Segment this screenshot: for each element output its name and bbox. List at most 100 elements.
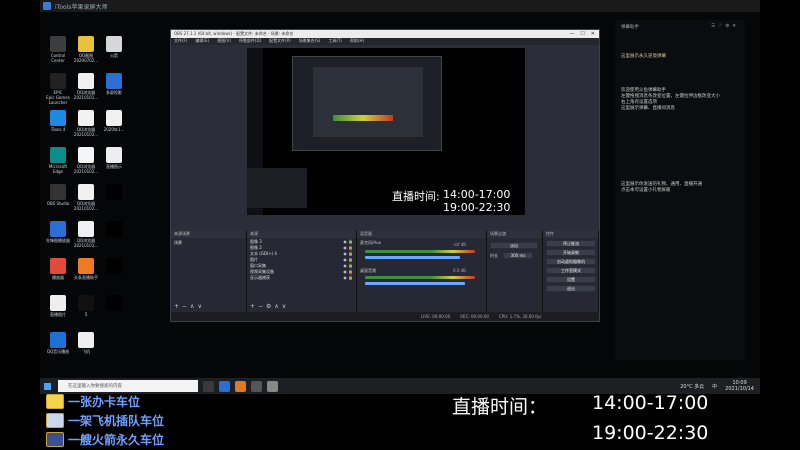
- menu-help[interactable]: 帮助(H): [350, 38, 364, 45]
- desktop-icon[interactable]: 多屏投影: [98, 73, 130, 95]
- obs-taskbar-icon[interactable]: [251, 380, 262, 392]
- virtual-camera-button[interactable]: 启动虚拟摄像机: [546, 258, 596, 265]
- desktop-icon-label: 2020年1...: [103, 127, 125, 132]
- studio-mode-button[interactable]: 工作室模式: [546, 267, 596, 274]
- desktop-icon[interactable]: 直播图示: [98, 147, 130, 169]
- desktop-icon-label: 5: [84, 312, 88, 317]
- obs-window[interactable]: OBS 27.1.1 (64 bit, windows) - 配置文件: 未命名…: [170, 29, 600, 322]
- plane-icon: [46, 413, 64, 428]
- mixer-track-1: 麦克风/Aux: [360, 240, 381, 245]
- desktop-icon-graphic: [106, 221, 122, 237]
- duration-label: 时长: [490, 253, 498, 258]
- mic-meter: [365, 250, 475, 253]
- desktop-icon[interactable]: [98, 258, 130, 275]
- desktop-audio-meter: [365, 276, 475, 279]
- desktop-volume-slider[interactable]: [365, 282, 465, 285]
- nested-capture: [292, 56, 442, 151]
- obs-preview[interactable]: 直播时间: 14:00-17:00 19:00-22:30: [247, 48, 525, 215]
- settings-button[interactable]: 设置: [546, 276, 596, 283]
- source-item-label: 显示器捕获: [250, 275, 270, 280]
- maximize-icon[interactable]: ☐: [580, 31, 584, 37]
- desktop-icon-label: QQ浏览器 20210102...: [73, 127, 99, 137]
- source-item[interactable]: 显示器捕获 ◉ 🔒: [250, 275, 353, 281]
- desktop-icon-label: Control Center: [50, 53, 66, 63]
- weather[interactable]: 20°C 多云: [680, 383, 704, 390]
- menu-view[interactable]: 视图(V): [217, 38, 231, 45]
- desktop-icon-label: QQ截图 20200702...: [73, 53, 99, 63]
- desktop-icon-label: Microsoft Edge: [48, 164, 68, 174]
- desktop-icon-label: 飞机: [82, 349, 90, 354]
- nested-window: [313, 67, 423, 137]
- desktop-icon[interactable]: 飞机: [70, 332, 102, 354]
- desktop-icon-label: EPIC Epic Games Launcher: [46, 90, 70, 105]
- transitions-header: 场景过渡: [487, 230, 542, 238]
- menu-scene-collection[interactable]: 场景集合(S): [299, 38, 321, 45]
- menu-docks[interactable]: 停靠部件(D): [239, 38, 261, 45]
- menu-profile[interactable]: 配置文件(P): [269, 38, 291, 45]
- desktop-icon-graphic: [50, 110, 66, 126]
- browser-taskbar-icon[interactable]: [267, 380, 278, 392]
- start-record-button[interactable]: 开始录制: [546, 249, 596, 256]
- rec-status: REC: 00:00:00: [460, 314, 489, 319]
- overlay-item-label: 一架飞机插队车位: [68, 414, 165, 428]
- app-taskbar-icon[interactable]: [235, 380, 246, 392]
- windows-icon: [43, 382, 51, 390]
- taskbar-search[interactable]: 在这里输入你要搜索的内容: [58, 380, 198, 392]
- desktop-icon[interactable]: [98, 295, 130, 312]
- obs-title: OBS 27.1.1 (64 bit, windows) - 配置文件: 未命名…: [174, 31, 294, 36]
- desktop-db: 0.0 dB: [453, 268, 466, 273]
- nested-audio-meter: [333, 115, 393, 121]
- start-button[interactable]: [40, 379, 54, 393]
- minimize-icon[interactable]: —: [569, 31, 574, 37]
- overlay-slot-list: 一张办卡车位 一架飞机插队车位 一艘火箭永久车位: [46, 392, 246, 449]
- desktop-icon-graphic: [50, 73, 66, 89]
- itools-taskbar-icon[interactable]: [219, 380, 230, 392]
- task-view-icon[interactable]: [203, 380, 214, 392]
- source-toolbar[interactable]: +−⚙∧∨: [250, 303, 289, 310]
- close-icon[interactable]: ✕: [591, 31, 595, 37]
- live-status: LIVE: 00:00:00: [421, 314, 451, 319]
- mic-volume-slider[interactable]: [365, 256, 460, 259]
- clock-date: 2021/10/14: [725, 386, 754, 392]
- system-tray: 20°C 多云 中 10:09 2021/10/14: [680, 380, 760, 392]
- card-icon: [46, 394, 64, 409]
- ime-indicator[interactable]: 中: [712, 383, 717, 390]
- desktop-icon-graphic: [50, 221, 66, 237]
- desktop-icon-graphic: [50, 147, 66, 163]
- overlay-item: 一张办卡车位: [46, 392, 246, 411]
- desktop-icon[interactable]: [98, 221, 130, 238]
- mixer-track-2: 桌面音频: [360, 268, 376, 273]
- desktop-icon[interactable]: [98, 184, 130, 201]
- clock[interactable]: 10:09 2021/10/14: [725, 380, 754, 392]
- transitions-dock: 场景过渡 淡出 时长 300 ms: [487, 230, 543, 312]
- desktop-icon-graphic: [106, 73, 122, 89]
- stop-stream-button[interactable]: 停止推流: [546, 240, 596, 247]
- desktop-icon-graphic: [106, 295, 122, 311]
- desktop-icon[interactable]: 2020年1...: [98, 110, 130, 132]
- desktop-icon[interactable]: 火箭: [98, 36, 130, 58]
- eye-icon[interactable]: ◉ 🔒: [343, 275, 353, 281]
- desktop-icon-graphic: [78, 73, 94, 89]
- sources-dock: 来源 图像 3 ◉ 🔒 图像 2 ◉ 🔒 文本 (GDI+) 4 ◉ 🔒 图片 ◉ 🔒 窗口采集…: [247, 230, 357, 312]
- desktop-icon-graphic: [50, 258, 66, 274]
- transition-select[interactable]: 淡出: [490, 242, 538, 249]
- sources-list: 图像 3 ◉ 🔒 图像 2 ◉ 🔒 文本 (GDI+) 4 ◉ 🔒 图片 ◉ 🔒 窗口采集 ◉ 🔒…: [247, 238, 356, 282]
- controls-dock: 控件 停止推流 开始录制 启动虚拟摄像机 工作室模式 设置 退出: [543, 230, 599, 312]
- obs-titlebar[interactable]: OBS 27.1.1 (64 bit, windows) - 配置文件: 未命名…: [171, 30, 599, 38]
- desktop-icon-label: 多屏投影: [106, 90, 122, 95]
- overlay-item: 一艘火箭永久车位: [46, 430, 246, 449]
- exit-button[interactable]: 退出: [546, 285, 596, 292]
- scene-toolbar[interactable]: +−∧∨: [174, 303, 205, 310]
- desktop-icon-graphic: [78, 36, 94, 52]
- desktop-icon-graphic: [78, 184, 94, 200]
- menu-edit[interactable]: 编辑(E): [195, 38, 209, 45]
- scene-item[interactable]: 场景: [171, 238, 246, 248]
- desktop-icon-label: 播放器: [52, 275, 64, 280]
- desktop-icon-graphic: [50, 36, 66, 52]
- stream-time-1: 14:00-17:00: [592, 392, 709, 414]
- menu-file[interactable]: 文件(F): [174, 38, 187, 45]
- duration-input[interactable]: 300 ms: [503, 252, 533, 259]
- menu-tools[interactable]: 工具(T): [328, 38, 342, 45]
- desktop-icon-graphic: [50, 332, 66, 348]
- danmu-controls[interactable]: ☰♡⚙✕: [711, 24, 739, 30]
